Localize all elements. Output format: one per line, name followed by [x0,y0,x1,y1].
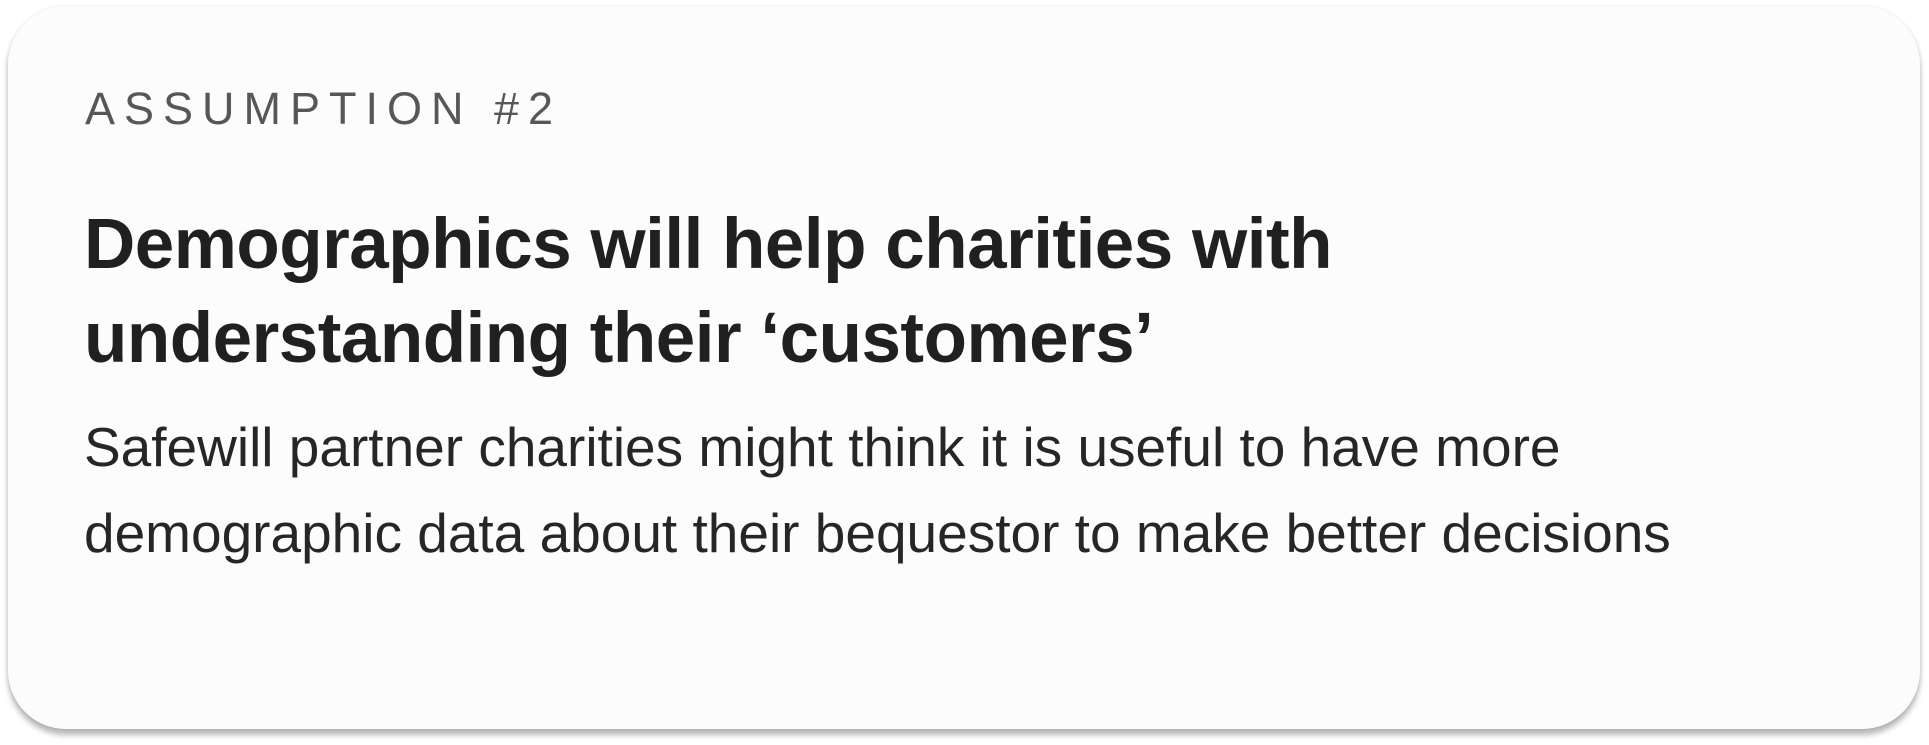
assumption-title: Demographics will help charities with un… [84,205,1332,378]
assumption-number-label: ASSUMPTION #2 [85,83,563,134]
assumption-card: ASSUMPTION #2 Demographics will help cha… [8,6,1920,729]
assumption-description: Safewill partner charities might think i… [84,416,1671,564]
